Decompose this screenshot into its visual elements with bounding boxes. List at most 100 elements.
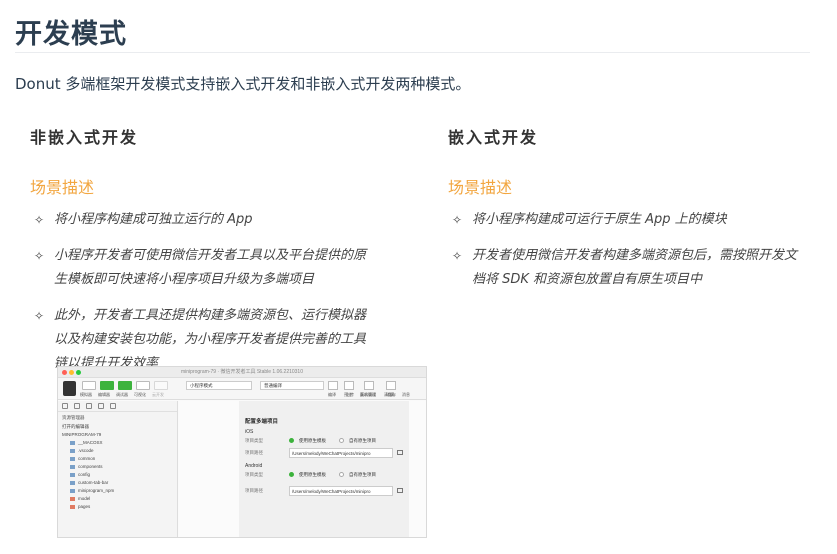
path-label: 项目路径 xyxy=(245,450,263,455)
toolbar-label: 详情 xyxy=(386,392,394,397)
compile-select[interactable]: 普通编译 xyxy=(260,381,324,390)
avatar[interactable] xyxy=(63,381,76,396)
toolbar-right-group: 上传 版本管理 详情 消息 xyxy=(346,382,422,400)
tree-item-label: pages xyxy=(78,504,91,509)
multiplatform-config-panel: 配置多端项目 iOS 项目类型 使用原生模板 自有原生项目 项目路径 /User… xyxy=(239,401,409,537)
bullet-list: ✧ 将小程序构建成可独立运行的 App ✧ 小程序开发者可使用微信开发者工具以及平台… xyxy=(30,208,390,376)
radio-own-project[interactable] xyxy=(339,438,344,443)
bullet-text: 开发者使用微信开发者构建多端资源包后，需按照开发文档将 SDK 和资源包放置自有… xyxy=(472,248,798,287)
folder-icon[interactable] xyxy=(397,488,403,493)
cloud-button[interactable] xyxy=(154,381,168,390)
tree-item[interactable]: model xyxy=(58,495,177,503)
panel-title: 配置多端项目 xyxy=(245,419,279,425)
toolbar-label: 消息 xyxy=(402,392,410,397)
folder-icon xyxy=(70,504,75,509)
editor-button[interactable] xyxy=(100,381,114,390)
debug-icon[interactable] xyxy=(98,403,104,409)
toolbar-label: 云开发 xyxy=(152,392,164,397)
tree-item-label: miniprogram_npm xyxy=(78,488,115,493)
radio-native-template[interactable] xyxy=(289,472,294,477)
devtool-screenshot: miniprogram-79 · 微信开发者工具 Stable 1.06.221… xyxy=(57,366,427,538)
diamond-star-icon: ✧ xyxy=(452,249,463,263)
tree-item-label: __MACOSX xyxy=(78,440,103,445)
scene-heading: 场景描述 xyxy=(30,178,95,197)
list-item: ✧ 小程序开发者可使用微信开发者工具以及平台提供的原生模板即可快速将小程序项目升级… xyxy=(30,244,370,292)
tree-item-label: common xyxy=(78,456,96,461)
sidebar-section[interactable]: 打开的编辑器 xyxy=(58,423,177,431)
toolbar-label: 调试器 xyxy=(116,392,128,397)
mode-select[interactable]: 小程序模式 xyxy=(186,381,252,390)
list-item: ✧ 将小程序构建成可运行于原生 App 上的模块 xyxy=(448,208,798,232)
compile-icon[interactable] xyxy=(328,381,338,390)
tree-item-label: custom-tab-bar xyxy=(78,480,109,485)
search-icon[interactable] xyxy=(74,403,80,409)
scene-heading: 场景描述 xyxy=(448,178,513,197)
window-titlebar: miniprogram-79 · 微信开发者工具 Stable 1.06.221… xyxy=(58,367,426,378)
column-heading: 非嵌入式开发 xyxy=(30,128,139,147)
folder-icon xyxy=(70,440,75,445)
simulator-button[interactable] xyxy=(82,381,96,390)
type-label: 项目类型 xyxy=(245,438,263,443)
ios-path-row: 项目路径 /Users/melody/WeChatProjects/minipr… xyxy=(245,447,403,459)
tree-item[interactable]: custom-tab-bar xyxy=(58,479,177,487)
ios-path-input[interactable]: /Users/melody/WeChatProjects/minipro xyxy=(289,448,393,458)
diamond-star-icon: ✧ xyxy=(34,213,45,227)
folder-icon xyxy=(70,472,75,477)
android-type-row: 项目类型 使用原生模板 自有原生项目 xyxy=(245,469,403,481)
type-label: 项目类型 xyxy=(245,472,263,477)
git-icon[interactable] xyxy=(86,403,92,409)
folder-icon[interactable] xyxy=(397,450,403,455)
toolbar-label: 可视化 xyxy=(134,392,146,397)
bullet-text: 将小程序构建成可运行于原生 App 上的模块 xyxy=(472,212,727,227)
diamond-star-icon: ✧ xyxy=(34,309,45,323)
toolbar-label: 编译 xyxy=(328,392,336,397)
tree-item-label: model xyxy=(78,496,91,501)
column-heading: 嵌入式开发 xyxy=(448,128,539,147)
android-path-input[interactable]: /Users/melody/WeChatProjects/minipro xyxy=(289,486,393,496)
radio-own-project[interactable] xyxy=(339,472,344,477)
folder-icon xyxy=(70,464,75,469)
radio-native-template[interactable] xyxy=(289,438,294,443)
tree-item[interactable]: common xyxy=(58,455,177,463)
tree-item-label: .vscode xyxy=(78,448,94,453)
toolbar-label: 模拟器 xyxy=(80,392,92,397)
folder-icon xyxy=(70,496,75,501)
tree-item[interactable]: pages xyxy=(58,503,177,511)
folder-icon xyxy=(70,456,75,461)
list-item: ✧ 开发者使用微信开发者构建多端资源包后，需按照开发文档将 SDK 和资源包放置自… xyxy=(448,244,798,292)
tree-item-label: components xyxy=(78,464,103,469)
column-embedded: 嵌入式开发 场景描述 ✧ 将小程序构建成可运行于原生 App 上的模块 ✧ 开发者使… xyxy=(448,124,808,304)
extensions-icon[interactable] xyxy=(110,403,116,409)
sidebar-icon-bar xyxy=(58,401,177,412)
files-icon[interactable] xyxy=(62,403,68,409)
radio-label: 使用原生模板 xyxy=(299,438,326,443)
toolbar-label: 编辑器 xyxy=(98,392,110,397)
visual-button[interactable] xyxy=(136,381,150,390)
radio-label: 自有原生项目 xyxy=(349,438,376,443)
title-divider xyxy=(15,52,810,53)
tree-item[interactable]: components xyxy=(58,463,177,471)
explorer-sidebar: 资源管理器 打开的编辑器 MINIPROGRAM-79 __MACOSX .vs… xyxy=(58,401,178,537)
tree-item[interactable]: .vscode xyxy=(58,447,177,455)
toolbar-label: 上传 xyxy=(346,392,354,397)
diamond-star-icon: ✧ xyxy=(452,213,463,227)
debugger-button[interactable] xyxy=(118,381,132,390)
sidebar-section[interactable]: MINIPROGRAM-79 xyxy=(58,431,177,439)
radio-label: 使用原生模板 xyxy=(299,472,326,477)
list-item: ✧ 将小程序构建成可独立运行的 App xyxy=(30,208,370,232)
folder-icon xyxy=(70,448,75,453)
column-non-embedded: 非嵌入式开发 场景描述 ✧ 将小程序构建成可独立运行的 App ✧ 小程序开发者可使… xyxy=(30,124,390,388)
main-area: 配置多端项目 iOS 项目类型 使用原生模板 自有原生项目 项目路径 /User… xyxy=(179,401,426,537)
radio-label: 自有原生项目 xyxy=(349,472,376,477)
intro-text: Donut 多端框架开发模式支持嵌入式开发和非嵌入式开发两种模式。 xyxy=(15,75,471,93)
tree-item[interactable]: __MACOSX xyxy=(58,439,177,447)
toolbar-label: 版本管理 xyxy=(360,392,376,397)
tree-item[interactable]: miniprogram_npm xyxy=(58,487,177,495)
explorer-header: 资源管理器 xyxy=(62,415,85,420)
folder-icon xyxy=(70,480,75,485)
bullet-text: 将小程序构建成可独立运行的 App xyxy=(54,212,253,227)
window-title: miniprogram-79 · 微信开发者工具 Stable 1.06.221… xyxy=(181,369,303,375)
page-title: 开发模式 xyxy=(15,19,127,50)
tree-item[interactable]: config xyxy=(58,471,177,479)
diamond-star-icon: ✧ xyxy=(34,249,45,263)
